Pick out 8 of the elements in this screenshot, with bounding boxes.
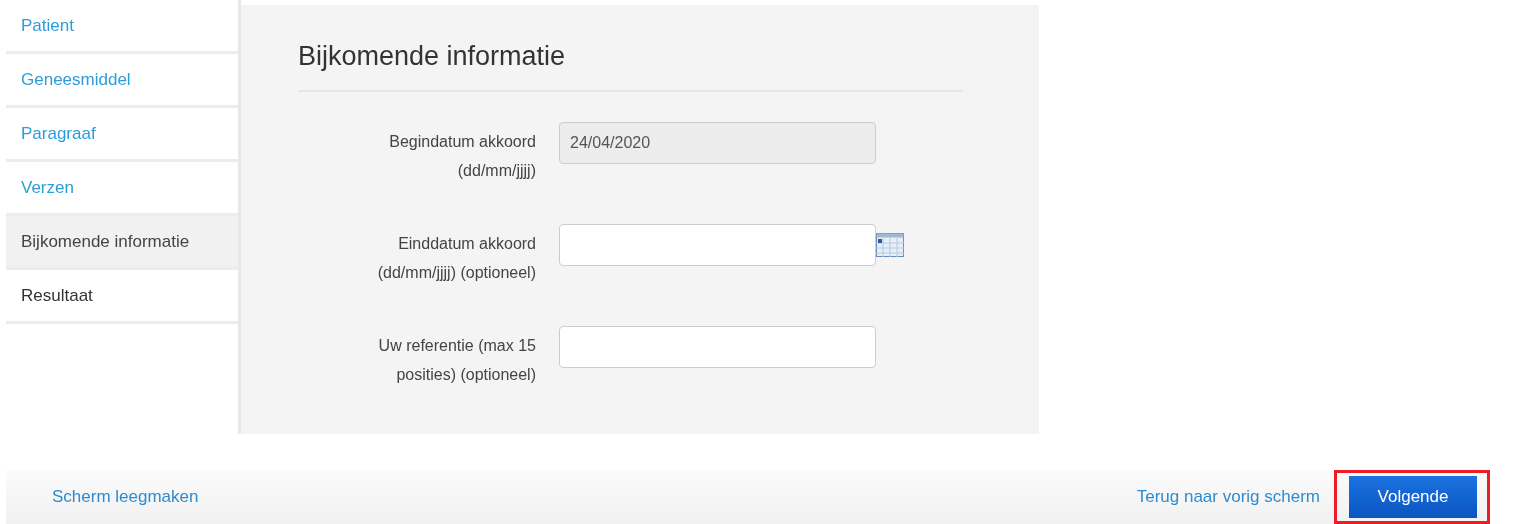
- field-label: Begindatum akkoord (dd/mm/jjjj): [388, 132, 536, 181]
- clear-link[interactable]: Scherm leegmaken: [52, 487, 199, 507]
- field-label: Einddatum akkoord (dd/mm/jjjj) (optioneel): [376, 234, 536, 283]
- section-title: Bijkomende informatie: [298, 41, 567, 72]
- field-label: Uw referentie (max 15 posities) (optioneel): [377, 336, 536, 385]
- back-link[interactable]: Terug naar vorig scherm: [1136, 487, 1320, 507]
- next-button[interactable]: Volgende: [1349, 476, 1477, 518]
- sidebar-item[interactable]: Bijkomende informatie: [6, 216, 238, 270]
